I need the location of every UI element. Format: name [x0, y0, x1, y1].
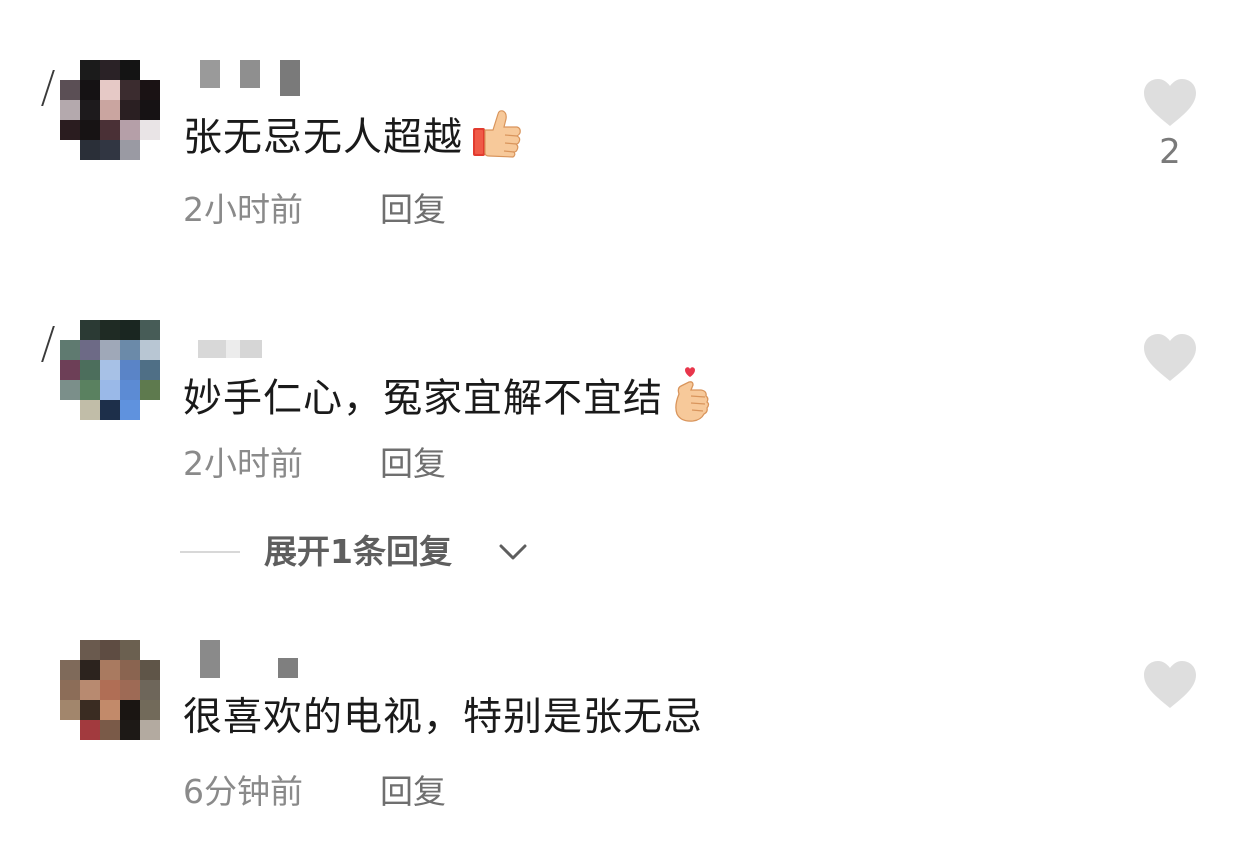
- comment-text-body: 很喜欢的电视，特别是张无忌: [183, 695, 704, 740]
- username[interactable]: [198, 640, 308, 678]
- avatar[interactable]: [60, 640, 160, 740]
- comment-meta: 6分钟前 回复: [183, 772, 446, 812]
- reply-button[interactable]: 回复: [380, 772, 446, 812]
- comment-time: 6分钟前: [183, 772, 303, 811]
- heart-icon: [1144, 661, 1196, 708]
- like-button[interactable]: [1142, 660, 1198, 714]
- comment-text: 很喜欢的电视，特别是张无忌: [183, 694, 703, 742]
- comment-item: 很喜欢的电视，特别是张无忌 6分钟前 回复: [0, 0, 1242, 848]
